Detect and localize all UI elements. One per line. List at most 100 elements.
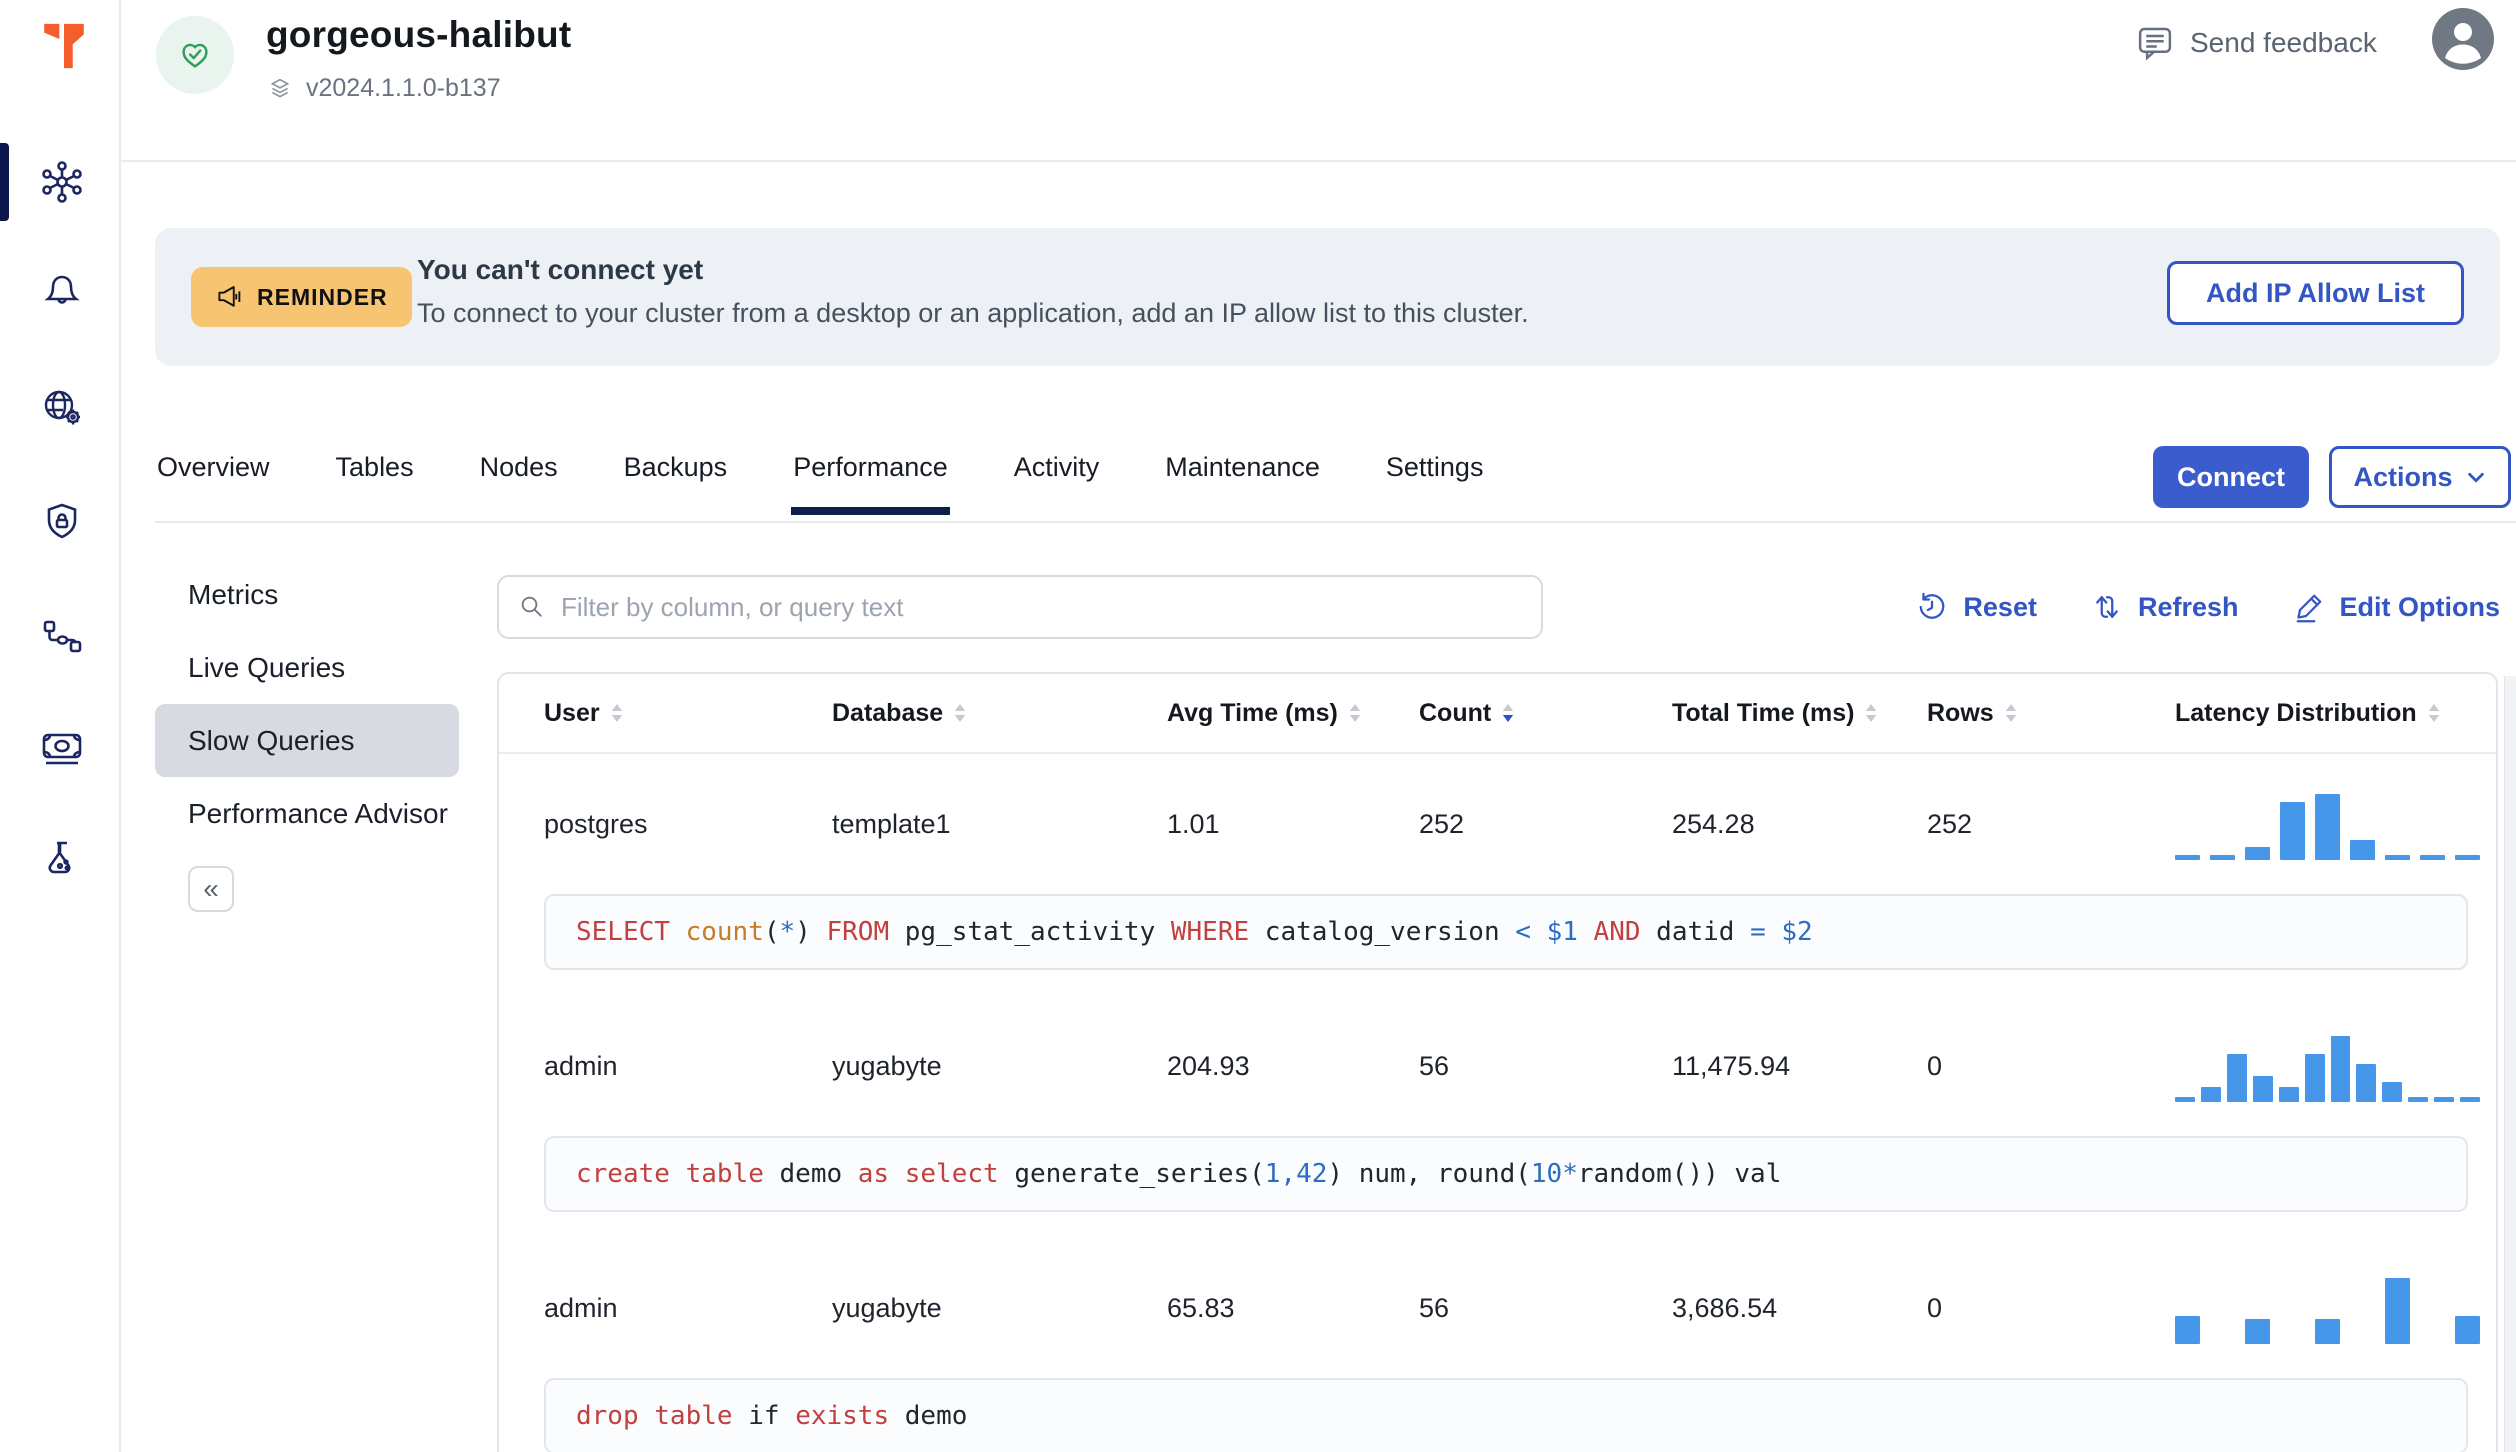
banner-description: To connect to your cluster from a deskto…: [417, 298, 1529, 328]
globe-gear-icon: [44, 390, 80, 425]
filter-input[interactable]: [561, 591, 1541, 623]
table-header-row: User Database Avg Time (ms) Count Total …: [499, 674, 2496, 754]
cluster-version: v2024.1.1.0-b137: [306, 74, 501, 102]
send-feedback-button[interactable]: Send feedback: [2134, 22, 2377, 64]
query-text-box[interactable]: SELECT count(*) FROM pg_stat_activity WH…: [544, 894, 2468, 970]
cell-user: admin: [544, 1050, 618, 1081]
histogram-bar: [2385, 1278, 2410, 1344]
column-header-user[interactable]: User: [544, 699, 832, 728]
histogram-bar: [2350, 840, 2375, 860]
histogram-bar: [2408, 1097, 2429, 1102]
query-row[interactable]: admin yugabyte 204.93 56 11,475.94 0: [499, 996, 2496, 1136]
actions-label: Actions: [2353, 461, 2453, 492]
query-text-box[interactable]: create table demo as select generate_ser…: [544, 1136, 2468, 1212]
healthy-heart-check-icon: [182, 43, 208, 68]
tab-tables[interactable]: Tables: [334, 452, 416, 515]
performance-subnav: Metrics Live Queries Slow Queries Performan…: [155, 558, 459, 850]
cell-avg-time: 1.01: [1167, 808, 1220, 839]
tab-performance[interactable]: Performance: [791, 452, 950, 515]
column-header-avg-time-ms[interactable]: Avg Time (ms): [1167, 699, 1419, 728]
query-filter-searchbox: [497, 575, 1543, 639]
edit-pencil-icon: [2296, 594, 2321, 623]
column-header-total-time-ms[interactable]: Total Time (ms): [1672, 699, 1927, 728]
app-screen: gorgeous-halibut v2024.1.1.0-b137 Send f…: [0, 0, 2516, 1452]
sidebar-item-security[interactable]: [38, 498, 86, 546]
cell-database: yugabyte: [832, 1050, 942, 1081]
sidebar-item-alerts[interactable]: [38, 268, 86, 316]
latency-histogram: [2175, 788, 2480, 860]
cell-database: yugabyte: [832, 1292, 942, 1323]
sort-icon: [2005, 704, 2016, 722]
tab-settings[interactable]: Settings: [1384, 452, 1486, 515]
histogram-bar: [2252, 1076, 2273, 1102]
sidebar-item-billing[interactable]: [38, 724, 86, 772]
histogram-bar: [2245, 1319, 2270, 1344]
edit-options-button[interactable]: Edit Options: [2291, 589, 2500, 625]
connect-button[interactable]: Connect: [2153, 446, 2309, 508]
tab-maintenance[interactable]: Maintenance: [1163, 452, 1322, 515]
cell-count: 252: [1419, 808, 1465, 839]
subnav-item-slow-queries[interactable]: Slow Queries: [155, 704, 459, 777]
shield-lock-icon: [47, 503, 77, 539]
collapse-sidebar-button[interactable]: «: [188, 866, 234, 912]
query-row[interactable]: postgres template1 1.01 252 254.28 252: [499, 754, 2496, 894]
tab-activity[interactable]: Activity: [1012, 452, 1102, 515]
tab-nodes[interactable]: Nodes: [478, 452, 560, 515]
reminder-badge: REMINDER: [191, 267, 412, 327]
user-avatar[interactable]: [2432, 8, 2494, 70]
vertical-scrollbar[interactable]: [2504, 676, 2516, 1452]
sort-icon: [954, 704, 966, 722]
histogram-bar: [2330, 1036, 2351, 1102]
page-title: gorgeous-halibut: [266, 14, 572, 55]
sidebar-item-labs[interactable]: [38, 836, 86, 884]
query-row[interactable]: admin yugabyte 65.83 56 3,686.54 0: [499, 1238, 2496, 1378]
histogram-bar: [2315, 1319, 2340, 1344]
cell-database: template1: [832, 808, 951, 839]
layers-icon: [270, 78, 290, 98]
sort-icon: [1866, 704, 1877, 722]
cell-avg-time: 65.83: [1167, 1292, 1235, 1323]
cluster-icon: [42, 161, 82, 203]
reminder-banner: REMINDER You can't connect yet To connec…: [155, 228, 2500, 366]
histogram-bar: [2385, 855, 2410, 860]
histogram-bar: [2175, 1097, 2195, 1102]
histogram-bar: [2226, 1054, 2247, 1102]
sort-icon: [1503, 704, 1514, 722]
refresh-icon: [2096, 596, 2118, 618]
sort-icon: [1349, 704, 1361, 722]
subnav-item-performance-advisor[interactable]: Performance Advisor: [155, 777, 459, 850]
histogram-bar: [2315, 794, 2340, 860]
histogram-bar: [2434, 1097, 2455, 1102]
column-header-database[interactable]: Database: [832, 699, 1167, 728]
cell-total-time: 254.28: [1672, 808, 1755, 839]
icon-sidebar: [0, 0, 121, 1452]
yugabyte-logo-icon[interactable]: [36, 18, 92, 74]
subnav-item-live-queries[interactable]: Live Queries: [155, 631, 459, 704]
histogram-bar: [2200, 1087, 2221, 1102]
table-body: postgres template1 1.01 252 254.28 252 SELECT …: [499, 754, 2496, 1452]
bell-icon: [44, 275, 80, 304]
column-header-latency-distribution[interactable]: Latency Distribution: [2175, 699, 2476, 728]
cell-total-time: 3,686.54: [1672, 1292, 1778, 1323]
sidebar-item-clusters[interactable]: [38, 158, 86, 206]
histogram-bar: [2420, 855, 2445, 860]
column-header-count[interactable]: Count: [1419, 699, 1672, 728]
refresh-button[interactable]: Refresh: [2089, 589, 2239, 625]
column-header-rows[interactable]: Rows: [1927, 699, 2175, 728]
latency-histogram: [2175, 1272, 2480, 1344]
megaphone-icon: [218, 286, 241, 307]
header-divider: [121, 160, 2516, 162]
sidebar-item-integrations[interactable]: [38, 612, 86, 660]
histogram-bar: [2175, 1316, 2200, 1344]
add-ip-allow-list-button[interactable]: Add IP Allow List: [2166, 261, 2464, 325]
actions-dropdown-button[interactable]: Actions: [2329, 446, 2511, 508]
tab-backups[interactable]: Backups: [622, 452, 730, 515]
latency-histogram: [2175, 1030, 2481, 1102]
reset-button[interactable]: Reset: [1914, 589, 2037, 625]
subnav-item-metrics[interactable]: Metrics: [155, 558, 459, 631]
sidebar-item-network[interactable]: [38, 384, 86, 432]
cell-rows: 0: [1927, 1292, 1943, 1323]
tab-overview[interactable]: Overview: [155, 452, 272, 515]
query-text-box[interactable]: drop table if exists demo: [544, 1378, 2468, 1452]
chevron-down-icon: [2467, 472, 2484, 483]
